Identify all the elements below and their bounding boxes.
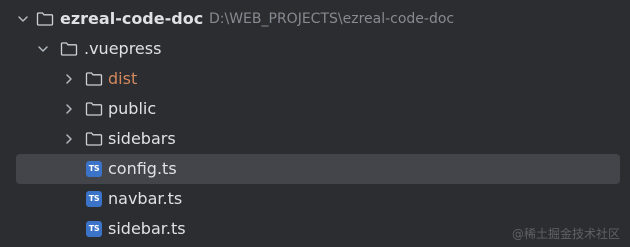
folder-label-dist: dist (108, 69, 138, 88)
tree-row-dist[interactable]: dist (0, 64, 630, 94)
typescript-file-icon: TS (86, 221, 102, 237)
tree-row-project-root[interactable]: ezreal-code-doc D:\WEB_PROJECTS\ezreal-c… (0, 4, 630, 34)
tree-row-navbar[interactable]: TS navbar.ts (0, 184, 630, 214)
project-path: D:\WEB_PROJECTS\ezreal-code-doc (209, 11, 455, 27)
folder-label-public: public (108, 99, 157, 118)
chevron-right-icon[interactable] (62, 102, 76, 116)
folder-icon (60, 41, 78, 57)
tree-row-config[interactable]: TS config.ts (0, 154, 630, 184)
folder-label-vuepress: .vuepress (84, 39, 162, 58)
project-tree: ezreal-code-doc D:\WEB_PROJECTS\ezreal-c… (0, 0, 630, 247)
chevron-right-icon[interactable] (62, 132, 76, 146)
file-label-navbar: navbar.ts (108, 189, 183, 208)
folder-icon (85, 131, 103, 147)
tree-row-sidebars[interactable]: sidebars (0, 124, 630, 154)
folder-icon (36, 11, 54, 27)
chevron-down-icon[interactable] (36, 42, 50, 56)
chevron-right-icon[interactable] (62, 72, 76, 86)
typescript-file-icon: TS (86, 161, 102, 177)
file-label-config: config.ts (108, 159, 177, 178)
file-label-sidebar: sidebar.ts (108, 219, 186, 238)
tree-row-vuepress[interactable]: .vuepress (0, 34, 630, 64)
chevron-down-icon[interactable] (16, 12, 30, 26)
folder-icon (85, 101, 103, 117)
folder-icon (85, 71, 103, 87)
watermark-text: @稀土掘金技术社区 (511, 227, 620, 241)
tree-row-public[interactable]: public (0, 94, 630, 124)
typescript-file-icon: TS (86, 191, 102, 207)
project-name: ezreal-code-doc (60, 9, 204, 28)
folder-label-sidebars: sidebars (108, 129, 176, 148)
